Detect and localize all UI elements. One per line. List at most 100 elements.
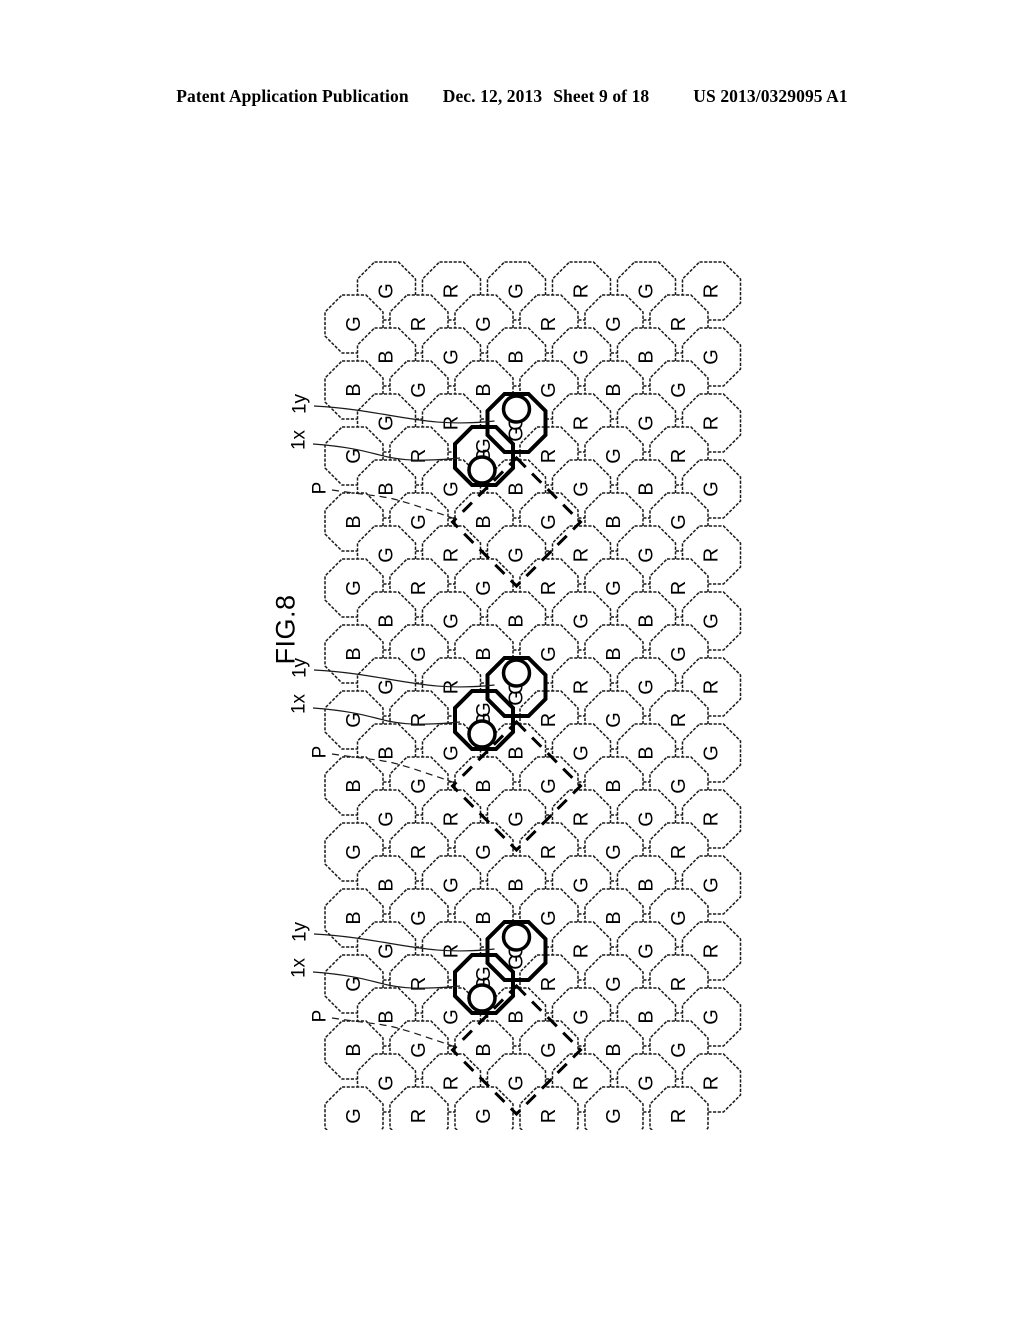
- pixel-cell-letter: R: [538, 449, 560, 463]
- pixel-cell-letter: G: [603, 1108, 625, 1124]
- pixel-cell-letter: G: [376, 943, 398, 959]
- pixel-cell-letter: B: [636, 614, 658, 627]
- pixel-cell-letter: G: [538, 1042, 560, 1058]
- callout-label-1x: 1x: [289, 693, 310, 714]
- pixel-cell-letter: G: [636, 679, 658, 695]
- pixel-cell-letter: B: [376, 482, 398, 495]
- pixel-cell-letter: G: [376, 283, 398, 299]
- pixel-cell-letter: R: [408, 581, 430, 595]
- pixel-cell-letter: R: [701, 284, 723, 298]
- pixel-cell-letter: R: [668, 317, 690, 331]
- pixel-cell-letter: B: [603, 647, 625, 660]
- pixel-cell-letter: R: [571, 284, 593, 298]
- pixel-cell-r: R: [649, 1086, 709, 1130]
- pixel-cell-letter: R: [538, 1109, 560, 1123]
- pixel-cell-letter: G: [408, 646, 430, 662]
- pixel-cell-letter: B: [473, 383, 495, 396]
- pixel-cell-letter: G: [441, 745, 463, 761]
- pixel-cell-letter: G: [603, 712, 625, 728]
- pixel-cell-letter: G: [636, 811, 658, 827]
- callout-label-P: P: [310, 482, 331, 495]
- pixel-cell-letter: R: [538, 317, 560, 331]
- pixel-cell-letter: B: [506, 614, 528, 627]
- pixel-cell-letter: G: [636, 547, 658, 563]
- figure-drawing: G R G R G R G R G R G R B G B G B G B G B G B G G R G R G R G R G R G R B G B G…: [0, 0, 1024, 1320]
- pixel-cell-letter: B: [473, 779, 495, 792]
- pixel-cell-letter: B: [473, 515, 495, 528]
- callout-label-1y: 1y: [290, 657, 311, 678]
- pixel-cell-letter: R: [538, 713, 560, 727]
- pixel-cell-letter: G: [603, 976, 625, 992]
- sub-pixel-aperture-circle: [501, 394, 532, 424]
- pixel-cell-r: R: [519, 1086, 579, 1130]
- pixel-cell-letter: G: [506, 283, 528, 299]
- pixel-cell-letter: B: [603, 1043, 625, 1056]
- pixel-cell-letter: G: [603, 316, 625, 332]
- pixel-cell-letter: B: [506, 746, 528, 759]
- pixel-cell-letter: G: [668, 1042, 690, 1058]
- pixel-cell-letter: G: [376, 1075, 398, 1091]
- pixel-cell-letter: G: [473, 580, 495, 596]
- pixel-cell-letter: G: [701, 877, 723, 893]
- pixel-cell-letter: B: [343, 515, 365, 528]
- pixel-cell-letter: G: [701, 1009, 723, 1025]
- pixel-cell-letter: B: [636, 350, 658, 363]
- pixel-cell-letter: R: [701, 812, 723, 826]
- callout-label-P: P: [310, 746, 331, 759]
- pixel-cell-letter: G: [571, 877, 593, 893]
- pixel-cell-letter: R: [701, 416, 723, 430]
- pixel-cell-letter: R: [441, 812, 463, 826]
- pixel-cell-letter: G: [636, 415, 658, 431]
- pixel-cell-letter: G: [441, 349, 463, 365]
- pixel-cell-letter: R: [701, 1076, 723, 1090]
- pixel-cell-r: R: [389, 1086, 449, 1130]
- pixel-cell-letter: B: [343, 383, 365, 396]
- octagon-cell-layer: G R G R G R G R G R G R B G B G B G B G B G B G G R G R G R G R G R G R B G B G…: [324, 261, 742, 1130]
- pixel-cell-letter: B: [636, 1010, 658, 1023]
- pixel-cell-letter: B: [603, 515, 625, 528]
- pixel-cell-letter: G: [701, 481, 723, 497]
- highlighted-pixel-letter: G: [473, 702, 495, 718]
- sub-pixel-aperture-circle: [501, 922, 532, 952]
- pixel-cell-letter: G: [668, 646, 690, 662]
- pixel-cell-letter: G: [701, 349, 723, 365]
- pixel-cell-letter: G: [376, 679, 398, 695]
- pixel-cell-letter: R: [571, 548, 593, 562]
- pixel-cell-letter: G: [408, 778, 430, 794]
- pixel-cell-letter: G: [668, 910, 690, 926]
- callout-label-layer: 1y 1x P 1y 1x P 1y 1x P: [289, 393, 331, 1022]
- pixel-cell-letter: B: [376, 350, 398, 363]
- pixel-cell-letter: G: [538, 778, 560, 794]
- pixel-cell-letter: B: [636, 746, 658, 759]
- pixel-cell-letter: R: [668, 1109, 690, 1123]
- pixel-cell-letter: G: [376, 547, 398, 563]
- pixel-cell-letter: R: [701, 548, 723, 562]
- pixel-cell-letter: R: [668, 713, 690, 727]
- pixel-cell-letter: B: [376, 878, 398, 891]
- pixel-cell-letter: R: [408, 317, 430, 331]
- pixel-cell-letter: G: [538, 910, 560, 926]
- pixel-cell-letter: G: [343, 1108, 365, 1124]
- pixel-cell-letter: G: [571, 349, 593, 365]
- pixel-cell-letter: R: [571, 1076, 593, 1090]
- sub-pixel-aperture-circle: [467, 455, 497, 485]
- pixel-cell-letter: B: [343, 1043, 365, 1056]
- pixel-cell-letter: G: [441, 877, 463, 893]
- pixel-cell-letter: R: [571, 944, 593, 958]
- pixel-cell-letter: R: [408, 1109, 430, 1123]
- pixel-cell-letter: B: [603, 779, 625, 792]
- pixel-cell-letter: G: [408, 1042, 430, 1058]
- sub-pixel-aperture-circle: [467, 983, 497, 1013]
- pixel-cell-letter: G: [636, 283, 658, 299]
- pixel-cell-letter: B: [473, 647, 495, 660]
- callout-label-1y: 1y: [290, 921, 311, 942]
- pixel-cell-letter: G: [473, 1108, 495, 1124]
- callout-label-1x: 1x: [289, 957, 310, 978]
- pixel-cell-letter: R: [571, 416, 593, 430]
- pixel-cell-g: G: [584, 1086, 644, 1130]
- highlighted-pixel-letter: G: [473, 438, 495, 454]
- pixel-cell-letter: B: [343, 911, 365, 924]
- pixel-cell-letter: R: [571, 680, 593, 694]
- pixel-cell-letter: G: [473, 316, 495, 332]
- pixel-cell-letter: R: [668, 845, 690, 859]
